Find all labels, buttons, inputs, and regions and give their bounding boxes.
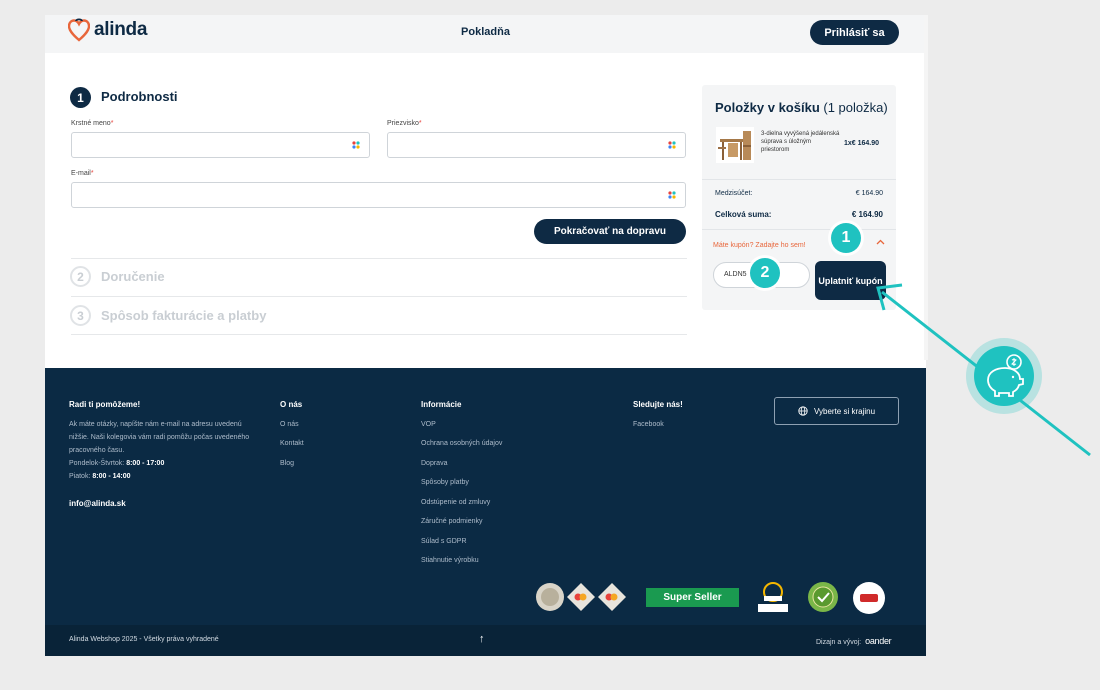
checkout-page: alinda Pokladňa Prihlásiť sa 1 Podrobnos… xyxy=(45,15,926,656)
globe-icon xyxy=(798,406,808,416)
annotation-marker-2: 2 xyxy=(750,258,780,288)
design-credit[interactable]: Dizajn a vývoj: oander xyxy=(816,636,892,646)
first-name-field[interactable] xyxy=(71,132,370,158)
site-footer: Radi ti pomôžeme! Ak máte otázky, napíšt… xyxy=(45,368,926,656)
super-seller-badge[interactable]: Super Seller xyxy=(646,588,739,607)
country-select-label: Vyberte si krajinu xyxy=(813,406,876,416)
arrow-up-icon[interactable]: ↑ xyxy=(479,633,485,645)
footer-link-warranty[interactable]: Záručné podmienky xyxy=(421,518,482,525)
chevron-up-icon[interactable] xyxy=(876,239,885,245)
payment-badge[interactable] xyxy=(597,582,627,612)
divider xyxy=(71,258,687,259)
first-name-label: Krstné meno* xyxy=(71,120,114,127)
page-title: Pokladňa xyxy=(461,26,510,38)
email-field[interactable] xyxy=(71,182,686,208)
piggy-bank-coin-icon xyxy=(987,354,1024,397)
footer-link-blog[interactable]: Blog xyxy=(280,460,294,467)
last-name-label: Priezvisko* xyxy=(387,120,422,127)
product-thumbnail[interactable] xyxy=(716,127,754,163)
password-manager-icon[interactable] xyxy=(667,190,677,200)
footer-follow-heading: Sledujte nás! xyxy=(633,400,683,409)
copyright-text: Alinda Webshop 2025 - Všetky práva vyhra… xyxy=(69,636,219,643)
footer-link-facebook[interactable]: Facebook xyxy=(633,421,664,428)
site-header: alinda Pokladňa Prihlásiť sa xyxy=(45,15,926,53)
divider xyxy=(71,296,687,297)
continue-to-shipping-button[interactable]: Pokračovať na dopravu xyxy=(534,219,686,244)
footer-link-privacy[interactable]: Ochrana osobných údajov xyxy=(421,440,502,447)
verified-shop-badge[interactable] xyxy=(807,581,839,613)
award-2018-badge[interactable] xyxy=(754,580,792,616)
cart-title: Položky v košíku (1 položka) xyxy=(715,100,888,115)
footer-link-shipping[interactable]: Doprava xyxy=(421,460,447,467)
footer-link-withdrawal[interactable]: Odstúpenie od zmluvy xyxy=(421,499,490,506)
footer-link-gdpr[interactable]: Súlad s GDPR xyxy=(421,538,467,545)
subtotal-value: € 164.90 xyxy=(855,190,883,197)
footer-bottom-bar: Alinda Webshop 2025 - Všetky práva vyhra… xyxy=(45,625,926,656)
footer-email-link[interactable]: info@alinda.sk xyxy=(69,499,126,508)
partner-badge[interactable] xyxy=(852,581,886,615)
coupon-toggle-link[interactable]: Máte kupón? Zadajte ho sem! xyxy=(713,242,806,249)
footer-link-vop[interactable]: VOP xyxy=(421,421,436,428)
piggy-bank-badge xyxy=(966,338,1042,414)
footer-link-about[interactable]: O nás xyxy=(280,421,299,428)
step-2-number: 2 xyxy=(70,266,91,287)
trust-badges: Super Seller xyxy=(535,578,895,618)
email-label: E-mail* xyxy=(71,170,94,177)
subtotal-label: Medzisúčet: xyxy=(715,190,753,197)
payment-badge[interactable] xyxy=(566,582,596,612)
divider xyxy=(71,334,687,335)
total-value: € 164.90 xyxy=(851,210,883,219)
footer-link-payment[interactable]: Spôsoby platby xyxy=(421,479,469,486)
cart-summary: Položky v košíku (1 položka) 3-dielna vy… xyxy=(702,85,896,310)
last-name-field[interactable] xyxy=(387,132,686,158)
cart-divider xyxy=(702,229,896,230)
footer-help-text: Ak máte otázky, napíšte nám e-mail na ad… xyxy=(69,421,250,454)
step-3-number: 3 xyxy=(70,305,91,326)
certificate-badge[interactable] xyxy=(535,582,565,612)
annotation-marker-1: 1 xyxy=(831,223,861,253)
password-manager-icon[interactable] xyxy=(667,140,677,150)
step-1-title[interactable]: Podrobnosti xyxy=(101,89,178,104)
footer-about-heading: O nás xyxy=(280,400,303,409)
footer-link-product-download[interactable]: Stiahnutie výrobku xyxy=(421,557,479,564)
product-name[interactable]: 3-dielna vyvýšená jedálenská súprava s ú… xyxy=(761,130,841,154)
footer-hours-fri: Piatok: 8:00 - 14:00 xyxy=(69,473,131,480)
product-price: 1x€ 164.90 xyxy=(844,140,880,147)
total-label: Celková suma: xyxy=(715,210,772,219)
step-3-title[interactable]: Spôsob fakturácie a platby xyxy=(101,308,266,323)
footer-hours-mon-thu: Pondelok-Štvrtok: 8:00 - 17:00 xyxy=(69,460,165,467)
step-1-number: 1 xyxy=(70,87,91,108)
cart-divider xyxy=(702,179,896,180)
login-button[interactable]: Prihlásiť sa xyxy=(810,20,899,45)
password-manager-icon[interactable] xyxy=(351,140,361,150)
footer-help-heading: Radi ti pomôžeme! xyxy=(69,400,141,409)
footer-info-heading: Informácie xyxy=(421,400,462,409)
step-2-title[interactable]: Doručenie xyxy=(101,269,165,284)
footer-link-contact[interactable]: Kontakt xyxy=(280,440,304,447)
